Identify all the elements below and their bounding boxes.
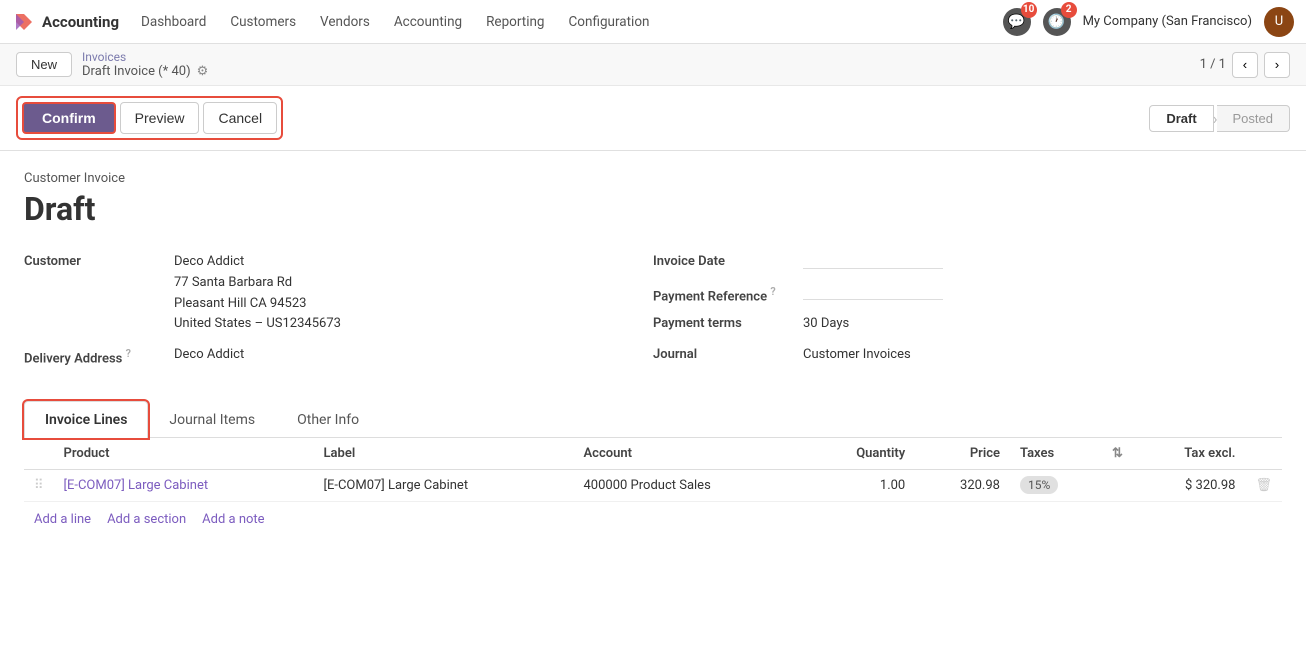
col-account: Account (574, 438, 807, 470)
table-row: ⠿ [E-COM07] Large Cabinet [E-COM07] Larg… (24, 469, 1282, 501)
prev-page-button[interactable]: ‹ (1232, 52, 1258, 78)
col-drag (24, 438, 54, 470)
gear-icon[interactable]: ⚙ (197, 64, 209, 79)
col-product: Product (54, 438, 314, 470)
payment-ref-tooltip[interactable]: ? (770, 285, 775, 298)
col-tax-excl: Tax excl. (1133, 438, 1246, 470)
nav-customers[interactable]: Customers (220, 10, 306, 34)
payment-ref-label: Payment Reference ? (653, 283, 793, 304)
label-cell: [E-COM07] Large Cabinet (314, 469, 574, 501)
delivery-address-tooltip[interactable]: ? (126, 347, 131, 360)
avatar[interactable]: U (1264, 7, 1294, 37)
action-buttons-group: Confirm Preview Cancel (16, 96, 283, 140)
breadcrumb: Invoices Draft Invoice (* 40) ⚙ (82, 50, 208, 79)
alerts-icon[interactable]: 🕐 2 (1043, 8, 1071, 36)
notifications-count: 10 (1021, 2, 1037, 18)
invoice-date-label: Invoice Date (653, 252, 793, 269)
invoice-date-field-row: Invoice Date (653, 252, 1282, 273)
invoice-type-label: Customer Invoice (24, 171, 1282, 186)
notifications-icon[interactable]: 💬 10 (1003, 8, 1031, 36)
add-links: Add a line Add a section Add a note (24, 502, 1282, 537)
status-draft-button[interactable]: Draft (1149, 105, 1213, 132)
payment-terms-label: Payment terms (653, 314, 793, 331)
alerts-count: 2 (1061, 2, 1077, 18)
main-content: Customer Invoice Draft Customer Deco Add… (0, 151, 1306, 557)
customer-address-3: United States – US12345673 (174, 314, 341, 335)
payment-ref-value[interactable] (803, 283, 943, 304)
tax-settings (1102, 469, 1133, 501)
customer-value: Deco Addict 77 Santa Barbara Rd Pleasant… (174, 252, 341, 335)
tab-other-info[interactable]: Other Info (276, 401, 380, 438)
nav-dashboard[interactable]: Dashboard (131, 10, 216, 34)
drag-handle[interactable]: ⠿ (24, 469, 54, 501)
quantity-cell: 1.00 (806, 469, 915, 501)
cancel-button[interactable]: Cancel (203, 102, 277, 134)
pagination: 1 / 1 ‹ › (1200, 52, 1290, 78)
topnav-right: 💬 10 🕐 2 My Company (San Francisco) U (1003, 7, 1294, 37)
breadcrumb-current: Draft Invoice (* 40) ⚙ (82, 64, 208, 79)
payment-terms-value: 30 Days (803, 314, 849, 335)
col-delete (1245, 438, 1282, 470)
nav-configuration[interactable]: Configuration (559, 10, 660, 34)
app-name: Accounting (42, 13, 119, 31)
delivery-address-value: Deco Addict (174, 345, 244, 366)
tax-cell: 15% (1010, 469, 1102, 501)
invoice-status: Draft (24, 190, 1282, 228)
company-name: My Company (San Francisco) (1083, 14, 1252, 29)
delete-cell: 🗑 (1245, 469, 1282, 501)
product-link[interactable]: [E-COM07] Large Cabinet (64, 478, 209, 493)
col-settings: ⇅ (1102, 438, 1133, 470)
action-bar: Confirm Preview Cancel Draft › Posted (0, 86, 1306, 151)
customer-name: Deco Addict (174, 252, 341, 273)
delete-icon[interactable]: 🗑 (1255, 478, 1272, 493)
new-button[interactable]: New (16, 52, 72, 77)
product-cell: [E-COM07] Large Cabinet (54, 469, 314, 501)
customer-field-row: Customer Deco Addict 77 Santa Barbara Rd… (24, 252, 653, 335)
col-quantity: Quantity (806, 438, 915, 470)
invoice-date-value[interactable] (803, 252, 943, 273)
delivery-address-label: Delivery Address ? (24, 345, 164, 366)
payment-terms-field-row: Payment terms 30 Days (653, 314, 1282, 335)
add-section-link[interactable]: Add a section (107, 512, 186, 527)
payment-ref-field-row: Payment Reference ? (653, 283, 1282, 304)
breadcrumb-bar: New Invoices Draft Invoice (* 40) ⚙ 1 / … (0, 44, 1306, 86)
status-posted-button[interactable]: Posted (1217, 105, 1290, 132)
nav-accounting[interactable]: Accounting (384, 10, 472, 34)
add-note-link[interactable]: Add a note (202, 512, 264, 527)
col-label: Label (314, 438, 574, 470)
confirm-button[interactable]: Confirm (22, 102, 116, 134)
customer-address-2: Pleasant Hill CA 94523 (174, 294, 341, 315)
customer-address-1: 77 Santa Barbara Rd (174, 273, 341, 294)
nav-reporting[interactable]: Reporting (476, 10, 554, 34)
invoice-fields: Customer Deco Addict 77 Santa Barbara Rd… (24, 252, 1282, 377)
col-price: Price (915, 438, 1010, 470)
price-cell: 320.98 (915, 469, 1010, 501)
top-navigation: Accounting Dashboard Customers Vendors A… (0, 0, 1306, 44)
tax-badge: 15% (1020, 476, 1058, 494)
preview-button[interactable]: Preview (120, 102, 200, 134)
tabs-bar: Invoice Lines Journal Items Other Info (24, 401, 1282, 438)
tab-invoice-lines[interactable]: Invoice Lines (24, 401, 148, 438)
payment-ref-input[interactable] (803, 284, 943, 300)
journal-field-row: Journal Customer Invoices (653, 345, 1282, 366)
journal-value: Customer Invoices (803, 345, 911, 366)
status-bar: Draft › Posted (1149, 105, 1290, 132)
customer-label: Customer (24, 252, 164, 269)
nav-vendors[interactable]: Vendors (310, 10, 380, 34)
account-cell: 400000 Product Sales (574, 469, 807, 501)
invoice-date-input[interactable] (803, 253, 943, 269)
breadcrumb-parent[interactable]: Invoices (82, 50, 208, 64)
tax-excl-cell: $ 320.98 (1133, 469, 1246, 501)
delivery-address-field-row: Delivery Address ? Deco Addict (24, 345, 653, 366)
invoice-lines-table: Product Label Account Quantity Price Tax… (24, 438, 1282, 502)
journal-label: Journal (653, 345, 793, 362)
tab-journal-items[interactable]: Journal Items (148, 401, 276, 438)
next-page-button[interactable]: › (1264, 52, 1290, 78)
app-logo[interactable]: Accounting (12, 10, 119, 34)
col-taxes: Taxes (1010, 438, 1102, 470)
add-line-link[interactable]: Add a line (34, 512, 91, 527)
